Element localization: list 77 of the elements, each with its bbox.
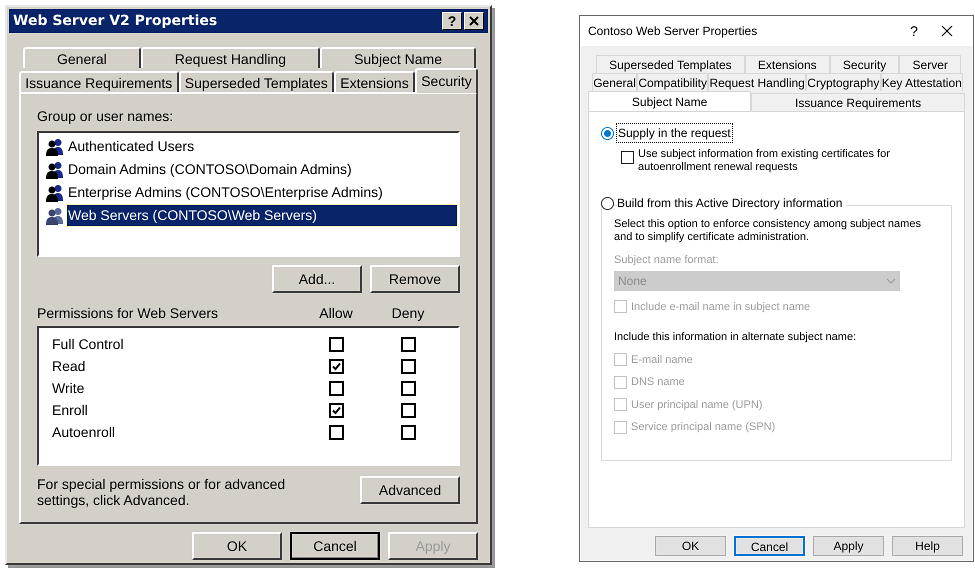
tab[interactable]: Extensions bbox=[334, 71, 415, 92]
checkbox[interactable] bbox=[400, 358, 416, 374]
list-button[interactable]: Remove bbox=[370, 265, 460, 293]
list-item[interactable]: Web Servers (CONTOSO\Web Servers) bbox=[67, 205, 457, 226]
tab[interactable]: Cryptography bbox=[806, 73, 881, 91]
users-icon bbox=[45, 138, 65, 156]
checkbox-label: Service principal name (SPN) bbox=[631, 420, 776, 435]
tab[interactable]: General bbox=[23, 47, 141, 68]
radio-button[interactable] bbox=[601, 126, 614, 140]
tab[interactable]: Security bbox=[414, 68, 478, 93]
permission-name: Full Control bbox=[51, 334, 125, 354]
group-description: Select this option to enforce consistency among subject names and to simplify certificate administration. bbox=[614, 218, 922, 244]
help-button[interactable]: ? bbox=[442, 12, 462, 30]
checkbox[interactable] bbox=[328, 380, 344, 396]
list-label: Group or user names: bbox=[37, 107, 174, 126]
dialog-button[interactable]: Help bbox=[892, 536, 963, 556]
chevron-down-icon bbox=[886, 278, 896, 284]
tab[interactable]: Superseded Templates bbox=[178, 71, 334, 92]
checkbox[interactable] bbox=[328, 336, 344, 352]
checkbox[interactable] bbox=[400, 380, 416, 396]
list-item[interactable]: Enterprise Admins (CONTOSO\Enterprise Admins) bbox=[67, 182, 457, 203]
users-icon bbox=[45, 160, 65, 178]
tab[interactable]: Compatibility bbox=[637, 73, 708, 91]
tab[interactable]: Security bbox=[830, 55, 900, 73]
permission-name: Enroll bbox=[51, 400, 89, 420]
tab[interactable]: Subject Name bbox=[588, 91, 752, 111]
tab[interactable]: Subject Name bbox=[320, 47, 476, 68]
dialog-button[interactable]: OK bbox=[192, 532, 282, 560]
tab[interactable]: General bbox=[592, 73, 638, 91]
dialog-button[interactable]: Cancel bbox=[290, 532, 380, 560]
section-label: Include this information in alternate subject name: bbox=[614, 330, 858, 345]
checkbox[interactable] bbox=[328, 402, 344, 418]
column-header: Deny bbox=[390, 304, 426, 323]
tab[interactable]: Server bbox=[899, 55, 961, 73]
tab[interactable]: Key Attestation bbox=[880, 73, 964, 91]
checkmark-icon bbox=[332, 406, 340, 414]
checkbox[interactable] bbox=[328, 424, 344, 440]
list-item[interactable]: Authenticated Users bbox=[67, 136, 457, 157]
permission-name: Write bbox=[51, 378, 86, 398]
advanced-button[interactable]: Advanced bbox=[360, 476, 460, 504]
checkmark-icon bbox=[332, 362, 340, 370]
checkbox[interactable] bbox=[400, 402, 416, 418]
advanced-note: For special permissions or for advanced settings, click Advanced. bbox=[37, 476, 286, 508]
permission-name: Read bbox=[51, 356, 86, 376]
tab[interactable]: Issuance Requirements bbox=[751, 93, 966, 111]
checkbox-label: User principal name (UPN) bbox=[631, 398, 762, 412]
window-title: Web Server V2 Properties bbox=[13, 12, 218, 30]
tab[interactable]: Issuance Requirements bbox=[19, 71, 179, 92]
checkbox[interactable] bbox=[400, 424, 416, 440]
column-header: Allow bbox=[318, 304, 354, 323]
checkbox[interactable] bbox=[621, 151, 634, 164]
window-title: Contoso Web Server Properties bbox=[588, 23, 758, 40]
field-label: Subject name format: bbox=[614, 253, 720, 268]
permission-name: Autoenroll bbox=[51, 422, 116, 442]
tab[interactable]: Request Handling bbox=[140, 47, 320, 68]
checkbox-label: DNS name bbox=[631, 375, 685, 390]
users-icon bbox=[45, 206, 65, 224]
tab[interactable]: Extensions bbox=[744, 55, 830, 73]
tab[interactable]: Request Handling bbox=[708, 73, 806, 91]
help-button[interactable]: ? bbox=[899, 20, 929, 42]
list-item[interactable]: Domain Admins (CONTOSO\Domain Admins) bbox=[67, 159, 457, 180]
tab[interactable]: Superseded Templates bbox=[596, 55, 745, 73]
radio-label: Supply in the request bbox=[617, 124, 732, 142]
checkbox-label: Include e-mail name in subject name bbox=[631, 300, 810, 314]
close-button[interactable] bbox=[464, 12, 484, 30]
users-icon bbox=[45, 184, 65, 202]
checkbox-label: Use subject information from existing certificates for autoenrollment renewal requests bbox=[638, 148, 891, 174]
dialog-button[interactable]: Apply bbox=[813, 536, 884, 556]
permissions-label: Permissions for Web Servers bbox=[37, 304, 220, 323]
checkbox[interactable] bbox=[328, 358, 344, 374]
close-icon bbox=[469, 16, 479, 26]
checkbox[interactable] bbox=[400, 336, 416, 352]
dialog-button[interactable]: Cancel bbox=[734, 536, 805, 556]
dialog-button[interactable]: OK bbox=[655, 536, 726, 556]
list-button[interactable]: Add... bbox=[272, 265, 362, 293]
close-icon bbox=[941, 25, 953, 37]
checkbox-label: E-mail name bbox=[631, 352, 693, 368]
